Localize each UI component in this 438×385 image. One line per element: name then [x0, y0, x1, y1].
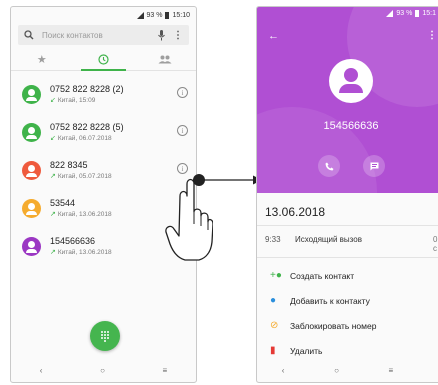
- tab-bar: ★: [11, 49, 196, 71]
- back-nav-button[interactable]: ‹: [40, 366, 43, 375]
- status-bar: 93 % 15:1: [386, 10, 436, 17]
- contact-avatar: [329, 59, 373, 103]
- search-input[interactable]: Поиск контактов: [42, 31, 150, 40]
- call-duration: 0 с: [433, 235, 438, 253]
- outgoing-call-icon: ↗: [50, 211, 56, 218]
- call-row[interactable]: 0752 822 8228 (5) ↙ Китай, 06.07.2018 i: [11, 113, 196, 151]
- call-detail: Китай, 15:09: [57, 96, 96, 104]
- search-icon[interactable]: [24, 30, 34, 40]
- avatar: [22, 236, 41, 256]
- clock-icon: [98, 54, 109, 65]
- call-number: 0752 822 8228 (2): [50, 84, 124, 94]
- call-detail: Китай, 05.07.2018: [57, 172, 112, 180]
- contact-name: 154566636: [323, 120, 379, 132]
- action-label: Создать контакт: [290, 270, 355, 281]
- outgoing-call-icon: ↗: [50, 173, 56, 180]
- call-button[interactable]: [318, 155, 340, 177]
- signal-icon: [386, 10, 394, 17]
- avatar: [22, 122, 41, 142]
- people-icon: [158, 55, 172, 64]
- incoming-call-icon: ↙: [50, 135, 56, 142]
- info-icon[interactable]: i: [177, 125, 188, 136]
- battery-icon: [165, 11, 170, 19]
- back-arrow-icon[interactable]: ←: [268, 30, 279, 42]
- call-detail: Китай, 13.06.2018: [57, 210, 112, 218]
- more-options-icon[interactable]: ⋮: [427, 30, 437, 41]
- add-to-contact-action[interactable]: ● Добавить к контакту: [257, 288, 438, 313]
- outgoing-call-icon: ↗: [50, 249, 56, 256]
- call-number: 53544: [50, 198, 76, 208]
- trash-icon: ▮: [270, 345, 276, 356]
- avatar: [22, 160, 41, 180]
- info-icon[interactable]: i: [177, 87, 188, 98]
- block-icon: ⊘: [270, 320, 279, 331]
- block-number-action[interactable]: ⊘ Заблокировать номер: [257, 313, 438, 338]
- add-person-icon: +●: [270, 270, 282, 281]
- avatar: [22, 84, 41, 104]
- navigation-bar: ‹ ○ ≡: [11, 358, 196, 382]
- recents-nav-button[interactable]: ≡: [389, 366, 394, 375]
- tab-recents[interactable]: [73, 49, 135, 71]
- message-button[interactable]: [363, 155, 385, 177]
- dialpad-icon: [101, 331, 109, 342]
- action-label: Удалить: [290, 345, 323, 356]
- search-bar[interactable]: Поиск контактов ⋮: [18, 25, 189, 45]
- phone-icon: [325, 162, 333, 170]
- call-detail: Китай, 13.06.2018: [57, 248, 112, 256]
- clock: 15:1: [422, 10, 436, 17]
- call-date: 13.06.2018: [265, 205, 326, 219]
- tutorial-figure: 93 % 15:10 Поиск контактов ⋮ ★ 0752 822 …: [0, 0, 438, 385]
- incoming-call-icon: ↙: [50, 97, 56, 104]
- battery-icon: [415, 10, 420, 17]
- call-detail: Китай, 06.07.2018: [57, 134, 112, 142]
- dialpad-button[interactable]: [90, 321, 120, 351]
- more-options-icon[interactable]: ⋮: [173, 30, 183, 41]
- clock: 15:10: [172, 11, 190, 19]
- contact-header: 93 % 15:1 ← ⋮ 154566636: [257, 7, 438, 193]
- create-contact-action[interactable]: +● Создать контакт: [257, 263, 438, 288]
- avatar: [22, 198, 41, 218]
- person-icon: ●: [270, 295, 277, 306]
- home-nav-button[interactable]: ○: [334, 366, 339, 375]
- pointing-hand-icon: [165, 178, 213, 261]
- signal-icon: [136, 11, 144, 19]
- recents-nav-button[interactable]: ≡: [163, 366, 168, 375]
- call-number: 154566636: [50, 236, 96, 246]
- call-number: 0752 822 8228 (5): [50, 122, 124, 132]
- tab-contacts[interactable]: [134, 49, 196, 70]
- back-nav-button[interactable]: ‹: [282, 366, 285, 375]
- status-bar: 93 % 15:10: [11, 7, 196, 23]
- navigation-bar: ‹ ○ ≡: [257, 358, 438, 382]
- tab-favorites[interactable]: ★: [11, 49, 73, 70]
- battery-level: 93 %: [146, 11, 163, 19]
- action-label: Заблокировать номер: [290, 320, 377, 331]
- call-details-screen: 93 % 15:1 ← ⋮ 154566636 13.06.2018 9:33 …: [256, 6, 438, 383]
- call-row[interactable]: 0752 822 8228 (2) ↙ Китай, 15:09 i: [11, 75, 196, 113]
- call-number: 822 8345: [50, 160, 88, 170]
- battery-level: 93 %: [396, 10, 413, 17]
- microphone-icon[interactable]: [158, 29, 165, 41]
- call-entry: 9:33 Исходящий вызов 0 с: [265, 235, 438, 253]
- home-nav-button[interactable]: ○: [100, 366, 105, 375]
- call-type: Исходящий вызов: [295, 235, 362, 244]
- star-icon: ★: [36, 54, 47, 66]
- call-time: 9:33: [265, 235, 281, 244]
- message-icon: [370, 162, 378, 170]
- action-label: Добавить к контакту: [290, 295, 370, 306]
